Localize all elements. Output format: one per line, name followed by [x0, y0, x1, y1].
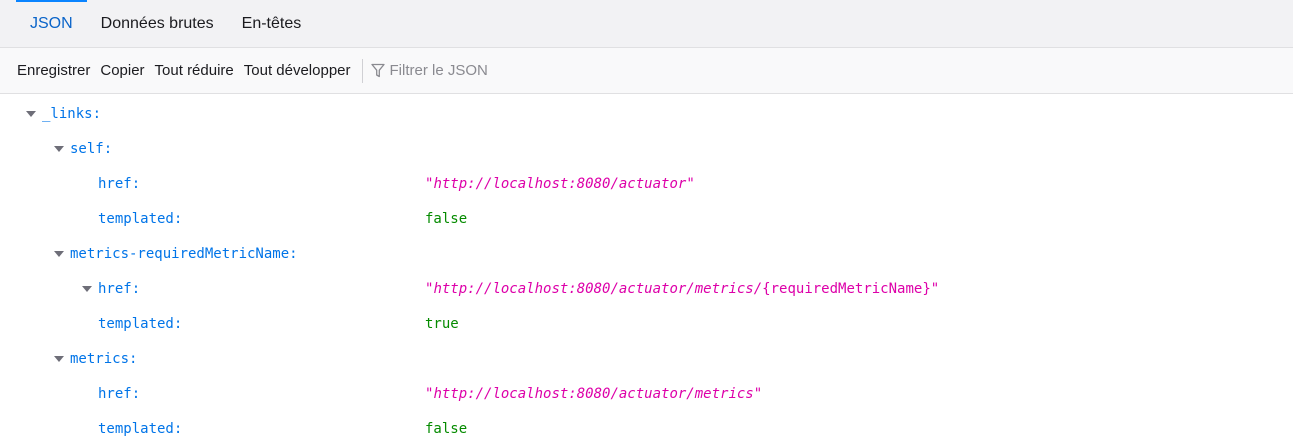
filter-icon: [370, 63, 385, 78]
json-boolean-value: false: [425, 421, 468, 437]
json-toolbar: Enregistrer Copier Tout réduire Tout dév…: [0, 48, 1293, 94]
expand-toggle-icon[interactable]: [82, 286, 92, 292]
expand-toggle-icon[interactable]: [26, 111, 36, 117]
collapse-all-button[interactable]: Tout réduire: [150, 62, 239, 79]
tree-row-metrics[interactable]: metrics:: [0, 343, 1293, 378]
tree-row-self-templated[interactable]: templated: false: [0, 203, 1293, 238]
json-key: metrics-requiredMetricName:: [70, 246, 298, 262]
tab-json[interactable]: JSON: [16, 0, 87, 47]
json-key: templated:: [98, 316, 183, 332]
json-boolean-value: false: [425, 211, 468, 227]
json-string-value[interactable]: "http://localhost:8080/actuator": [425, 176, 695, 192]
tree-row-self[interactable]: self:: [0, 133, 1293, 168]
expand-toggle-icon[interactable]: [54, 356, 64, 362]
expand-toggle-icon[interactable]: [54, 251, 64, 257]
copy-button[interactable]: Copier: [95, 62, 149, 79]
expand-all-button[interactable]: Tout développer: [239, 62, 356, 79]
json-key: href:: [98, 386, 141, 402]
tree-row-metrics-templated[interactable]: templated: false: [0, 413, 1293, 448]
save-button[interactable]: Enregistrer: [12, 62, 95, 79]
json-string-value[interactable]: "http://localhost:8080/actuator/metrics": [425, 386, 762, 402]
json-key: templated:: [98, 421, 183, 437]
filter-input[interactable]: [389, 62, 690, 79]
tree-row-metrics-required-href[interactable]: href: "http://localhost:8080/actuator/me…: [0, 273, 1293, 308]
expand-toggle-icon[interactable]: [54, 146, 64, 152]
tree-row-self-href[interactable]: href: "http://localhost:8080/actuator": [0, 168, 1293, 203]
tree-row-metrics-required[interactable]: metrics-requiredMetricName:: [0, 238, 1293, 273]
tab-headers[interactable]: En-têtes: [228, 0, 316, 47]
tree-row-links[interactable]: _links:: [0, 98, 1293, 133]
json-key: metrics:: [70, 351, 138, 367]
json-key: templated:: [98, 211, 183, 227]
toolbar-divider: [361, 58, 363, 83]
json-key: _links:: [42, 106, 102, 122]
json-tree: _links: self: href: "http://localhost:80…: [0, 94, 1293, 448]
tree-row-metrics-required-templated[interactable]: templated: true: [0, 308, 1293, 343]
json-string-value[interactable]: "http://localhost:8080/actuator/metrics/…: [425, 281, 939, 297]
json-key: href:: [98, 281, 141, 297]
tree-row-metrics-href[interactable]: href: "http://localhost:8080/actuator/me…: [0, 378, 1293, 413]
json-key: self:: [70, 141, 113, 157]
tab-raw-data[interactable]: Données brutes: [87, 0, 228, 47]
json-boolean-value: true: [425, 316, 459, 332]
viewer-tabs: JSON Données brutes En-têtes: [0, 0, 1293, 48]
filter-field[interactable]: [370, 62, 690, 79]
json-key: href:: [98, 176, 141, 192]
